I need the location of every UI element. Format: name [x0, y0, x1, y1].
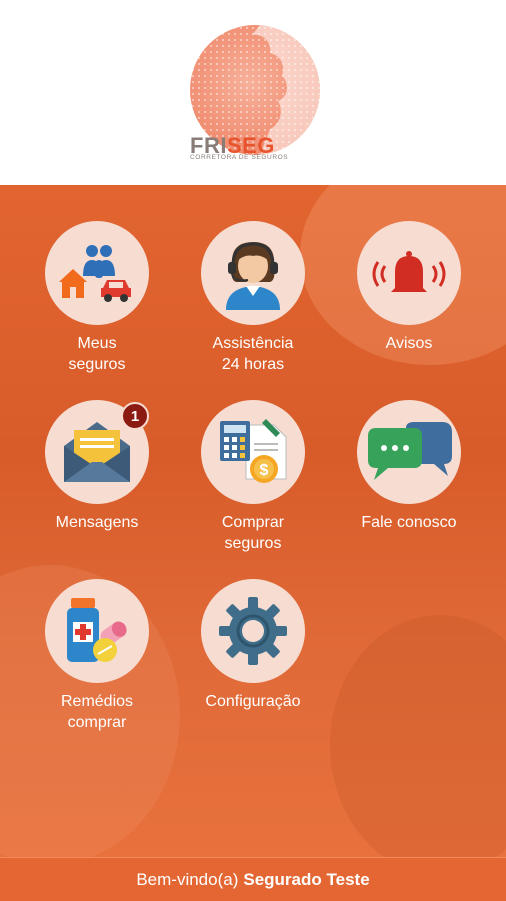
menu-item-label: Remédios comprar — [60, 693, 134, 731]
background-shape — [330, 615, 506, 857]
menu-item-assistencia[interactable]: Assistência 24 horas — [175, 221, 331, 375]
menu-item-label: Configuração — [205, 693, 301, 710]
svg-text:$: $ — [260, 462, 269, 479]
gear-icon — [201, 579, 305, 683]
medicine-icon — [45, 579, 149, 683]
welcome-bar: Bem-vindo(a) Segurado Teste — [0, 857, 506, 901]
chat-bubbles-icon — [357, 400, 461, 504]
menu-item-meus-seguros[interactable]: Meus seguros — [19, 221, 175, 375]
bell-icon — [357, 221, 461, 325]
menu-item-label: Meus seguros — [68, 335, 126, 373]
calculator-coin-icon: $ — [201, 400, 305, 504]
unread-badge: 1 — [121, 402, 149, 430]
menu-item-label: Comprar seguros — [221, 514, 285, 552]
menu-item-label: Assistência 24 horas — [212, 335, 294, 373]
menu-item-configuracao[interactable]: Configuração — [175, 579, 331, 712]
menu-item-fale-conosco[interactable]: Fale conosco — [331, 400, 487, 533]
envelope-icon: 1 — [45, 400, 149, 504]
app-header: FRISEG CORRETORA DE SEGUROS — [0, 0, 506, 185]
menu-item-label: Fale conosco — [361, 514, 457, 531]
user-name: Segurado Teste — [243, 869, 370, 889]
menu-item-remedios[interactable]: Remédios comprar — [19, 579, 175, 733]
menu-item-avisos[interactable]: Avisos — [331, 221, 487, 354]
menu-item-label: Avisos — [385, 335, 433, 352]
logo-tagline: CORRETORA DE SEGUROS — [190, 154, 289, 161]
menu-item-comprar-seguros[interactable]: $ Comprar seguros — [175, 400, 331, 554]
headset-agent-icon — [201, 221, 305, 325]
family-house-car-icon — [45, 221, 149, 325]
welcome-greeting: Bem-vindo(a) — [136, 869, 239, 889]
menu-item-label: Mensagens — [55, 514, 139, 531]
menu-area: Meus seguros Assistência 24 horas Avisos… — [0, 185, 506, 857]
menu-item-mensagens[interactable]: 1 Mensagens — [19, 400, 175, 533]
